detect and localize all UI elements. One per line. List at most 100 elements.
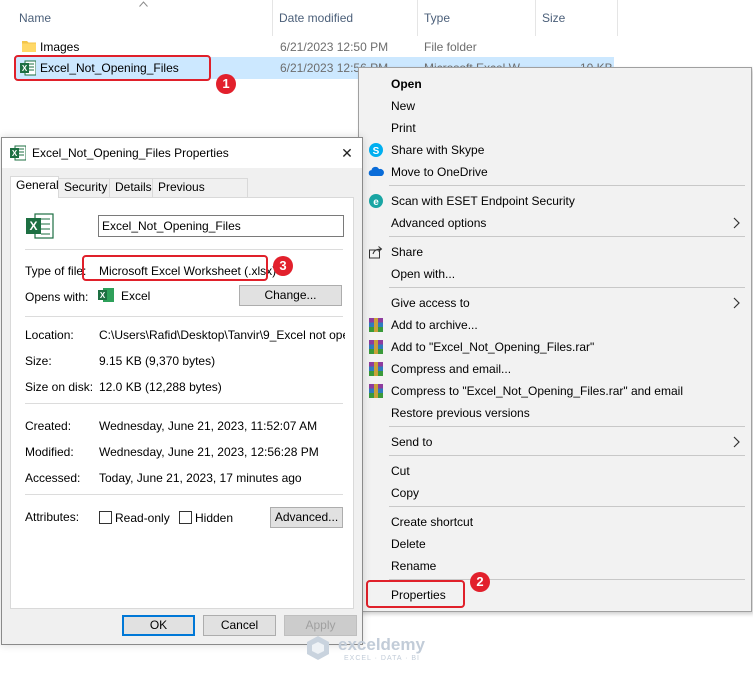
tab-details[interactable]: Details — [109, 178, 153, 197]
size-label: Size: — [25, 354, 52, 368]
svg-text:X: X — [12, 149, 18, 158]
menu-item-restore-versions[interactable]: Restore previous versions — [359, 402, 751, 424]
menu-item-label: Rename — [391, 559, 437, 573]
step-badge-2: 2 — [470, 572, 490, 592]
menu-item-onedrive[interactable]: Move to OneDrive — [359, 161, 751, 183]
menu-item-open[interactable]: Open — [359, 73, 751, 95]
attributes-label: Attributes: — [25, 510, 80, 524]
menu-item-add-rar[interactable]: Add to "Excel_Not_Opening_Files.rar" — [359, 336, 751, 358]
change-button[interactable]: Change... — [239, 285, 342, 306]
hidden-label: Hidden — [195, 511, 234, 525]
column-name-label: Name — [19, 11, 52, 25]
menu-item-compress-rar-email[interactable]: Compress to "Excel_Not_Opening_Files.rar… — [359, 380, 751, 402]
menu-separator — [389, 506, 745, 507]
menu-separator — [389, 455, 745, 456]
menu-item-print[interactable]: Print — [359, 117, 751, 139]
column-date-label: Date modified — [279, 11, 354, 25]
eset-icon: e — [369, 194, 383, 208]
cancel-button[interactable]: Cancel — [203, 615, 276, 636]
menu-item-label: Add to archive... — [391, 318, 478, 332]
menu-item-eset-scan[interactable]: e Scan with ESET Endpoint Security — [359, 190, 751, 212]
tab-general[interactable]: General — [10, 176, 59, 198]
menu-item-label: Open with... — [391, 267, 456, 281]
column-size[interactable]: Size — [536, 0, 618, 36]
exceldemy-logo-icon — [307, 636, 329, 660]
menu-item-send-to[interactable]: Send to — [359, 431, 751, 453]
menu-separator — [389, 185, 745, 186]
tab-previous-versions[interactable]: Previous Versions — [152, 178, 248, 211]
svg-text:S: S — [373, 146, 380, 157]
step-badge-1: 1 — [216, 74, 236, 94]
ok-button[interactable]: OK — [122, 615, 195, 636]
menu-item-label: Move to OneDrive — [391, 165, 488, 179]
read-only-checkbox[interactable] — [99, 511, 112, 524]
menu-item-label: Compress to "Excel_Not_Opening_Files.rar… — [391, 384, 683, 398]
winrar-icon — [369, 318, 383, 332]
accessed-value: Today, June 21, 2023, 17 minutes ago — [99, 471, 302, 485]
menu-item-label: Copy — [391, 486, 420, 500]
menu-item-share-skype[interactable]: S Share with Skype — [359, 139, 751, 161]
menu-item-delete[interactable]: Delete — [359, 533, 751, 555]
tab-security[interactable]: Security — [58, 178, 110, 197]
chevron-right-icon — [733, 297, 740, 309]
svg-text:X: X — [100, 291, 106, 300]
onedrive-icon — [368, 166, 384, 176]
accessed-label: Accessed: — [25, 471, 81, 485]
menu-separator — [389, 236, 745, 237]
winrar-icon — [369, 362, 383, 376]
menu-item-compress-email[interactable]: Compress and email... — [359, 358, 751, 380]
menu-item-cut[interactable]: Cut — [359, 460, 751, 482]
menu-item-label: Print — [391, 121, 416, 135]
dialog-titlebar[interactable]: X Excel_Not_Opening_Files Properties ✕ — [2, 138, 362, 168]
menu-item-label: Scan with ESET Endpoint Security — [391, 194, 575, 208]
step-badge-3: 3 — [273, 256, 293, 276]
dialog-title: Excel_Not_Opening_Files Properties — [32, 146, 229, 160]
svg-text:e: e — [373, 197, 379, 208]
file-date: 6/21/2023 12:50 PM — [280, 40, 389, 54]
advanced-button[interactable]: Advanced... — [270, 507, 343, 528]
created-value: Wednesday, June 21, 2023, 11:52:07 AM — [99, 419, 318, 433]
menu-item-label: Send to — [391, 435, 433, 449]
file-name-field[interactable]: Excel_Not_Opening_Files — [98, 215, 344, 237]
divider — [25, 249, 343, 250]
winrar-icon — [369, 340, 383, 354]
menu-item-copy[interactable]: Copy — [359, 482, 751, 504]
excel-app-icon: X — [98, 288, 114, 302]
hidden-checkbox[interactable] — [179, 511, 192, 524]
size-on-disk-value: 12.0 KB (12,288 bytes) — [99, 380, 222, 394]
menu-item-rename[interactable]: Rename — [359, 555, 751, 577]
menu-item-label: Restore previous versions — [391, 406, 530, 420]
file-type: File folder — [424, 40, 477, 54]
menu-item-label: Compress and email... — [391, 362, 512, 376]
menu-item-create-shortcut[interactable]: Create shortcut — [359, 511, 751, 533]
menu-separator — [389, 287, 745, 288]
column-type[interactable]: Type — [418, 0, 536, 36]
share-icon — [369, 246, 383, 259]
opens-with-label: Opens with: — [25, 290, 89, 304]
divider — [25, 403, 343, 404]
menu-item-label: Advanced options — [391, 216, 487, 230]
menu-item-open-with[interactable]: Open with... — [359, 263, 751, 285]
divider — [25, 316, 343, 317]
column-date-modified[interactable]: Date modified — [273, 0, 418, 36]
menu-item-label: Give access to — [391, 296, 470, 310]
exceldemy-watermark: exceldemy EXCEL · DATA · BI — [304, 632, 464, 666]
menu-item-advanced-options[interactable]: Advanced options — [359, 212, 751, 234]
excel-file-large-icon: X — [26, 213, 54, 239]
menu-item-add-archive[interactable]: Add to archive... — [359, 314, 751, 336]
menu-item-give-access[interactable]: Give access to — [359, 292, 751, 314]
divider — [25, 494, 343, 495]
properties-dialog: X Excel_Not_Opening_Files Properties ✕ G… — [1, 137, 363, 645]
watermark-tagline: EXCEL · DATA · BI — [344, 655, 420, 662]
close-icon[interactable]: ✕ — [332, 138, 362, 168]
menu-item-label: Share with Skype — [391, 143, 485, 157]
menu-item-label: Share — [391, 245, 424, 259]
location-value: C:\Users\Rafid\Desktop\Tanvir\9_Excel no… — [99, 328, 345, 342]
menu-item-new[interactable]: New — [359, 95, 751, 117]
location-label: Location: — [25, 328, 74, 342]
excel-file-icon: X — [10, 145, 26, 161]
menu-item-share[interactable]: Share — [359, 241, 751, 263]
modified-value: Wednesday, June 21, 2023, 12:56:28 PM — [99, 445, 319, 459]
context-menu: Open New Print S Share with Skype Move t… — [358, 67, 752, 612]
type-of-file-label: Type of file: — [25, 264, 87, 278]
